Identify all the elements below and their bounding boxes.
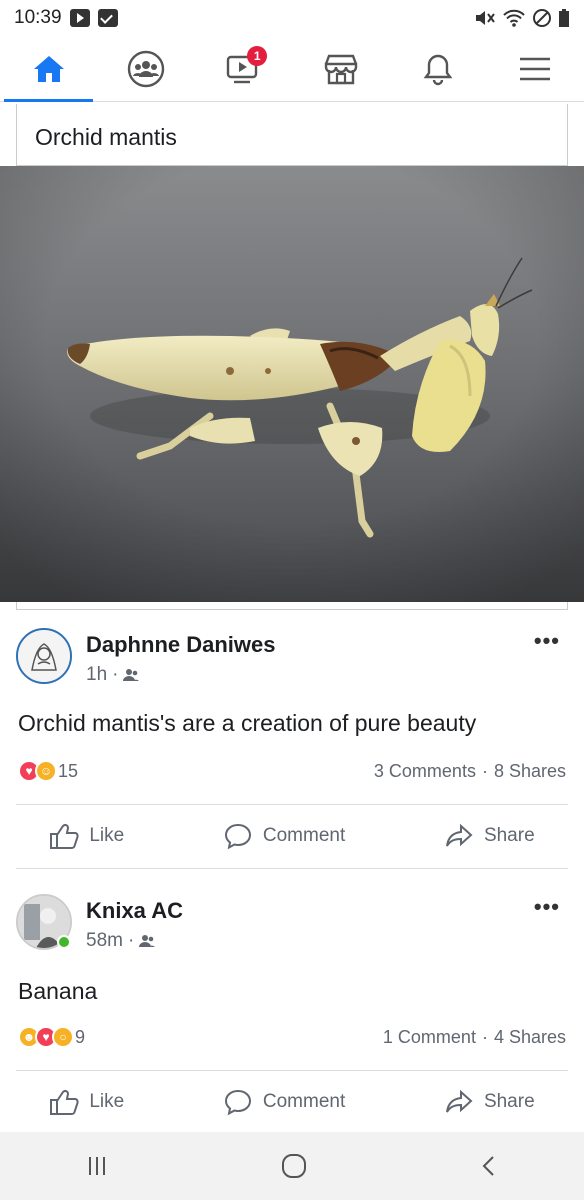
android-navigation-bar (0, 1132, 584, 1200)
avatar[interactable] (16, 628, 72, 684)
share-icon (445, 1089, 473, 1113)
watch-badge: 1 (247, 46, 268, 66)
nav-notifications[interactable] (389, 36, 486, 101)
divider (16, 804, 568, 805)
home-button-icon[interactable] (280, 1152, 308, 1180)
care-reaction-icon: ☺ (35, 760, 57, 782)
post-text: Orchid mantis's are a creation of pure b… (18, 710, 477, 736)
more-options-icon[interactable]: ••• (534, 894, 560, 920)
top-nav-bar: 1 (0, 36, 584, 102)
comment-button[interactable]: Comment (223, 822, 345, 850)
shared-post-frame (16, 602, 568, 610)
like-label: Like (89, 1091, 125, 1112)
share-label: Share (483, 825, 535, 846)
like-icon (50, 823, 79, 849)
nav-marketplace[interactable] (292, 36, 389, 101)
marketplace-icon (324, 54, 357, 84)
avatar-drawing-icon (18, 630, 70, 682)
author-name[interactable]: Knixa AC (86, 898, 183, 924)
mute-icon (476, 11, 495, 25)
groups-icon (127, 50, 165, 87)
comment-icon (224, 823, 251, 850)
post-text: Banana (18, 978, 98, 1004)
post-time[interactable]: 58m (86, 930, 123, 952)
shared-post-title[interactable]: Orchid mantis (16, 104, 568, 166)
post-1-header: Daphnne Daniwes 1h · (16, 628, 275, 686)
divider (16, 1070, 568, 1071)
post-time[interactable]: 1h (86, 664, 107, 686)
like-icon (50, 1089, 79, 1115)
more-options-icon[interactable]: ••• (534, 628, 560, 654)
share-button[interactable]: Share (444, 822, 535, 850)
post-meta: 58m · (86, 930, 183, 952)
battery-icon (559, 9, 569, 27)
bell-icon (423, 54, 453, 85)
nav-watch[interactable]: 1 (195, 36, 292, 101)
wifi-icon (503, 9, 525, 27)
reactions-summary[interactable]: ♥ ☺ 15 3 Comments · 8 Shares (18, 760, 566, 782)
reaction-count: 15 (58, 760, 79, 781)
orchid-mantis-photo (0, 166, 584, 602)
status-time: 10:39 (14, 7, 62, 28)
nav-groups[interactable] (97, 36, 194, 101)
nav-home[interactable] (0, 36, 97, 102)
share-label: Share (483, 1091, 535, 1112)
back-icon[interactable] (479, 1154, 499, 1178)
comment-icon (224, 1089, 251, 1116)
author-name[interactable]: Daphnne Daniwes (86, 632, 275, 658)
post-2-actions: Like Comment Share (0, 1088, 584, 1116)
checkbox-notification-icon (97, 9, 118, 27)
comment-label: Comment (262, 825, 346, 846)
shares-count[interactable]: 4 Shares (494, 1027, 566, 1048)
reactions-summary[interactable]: ☻ ♥ ○ 9 1 Comment · 4 Shares (18, 1026, 566, 1048)
youtube-notification-icon (69, 9, 90, 27)
recent-apps-icon[interactable] (85, 1155, 109, 1177)
nav-menu[interactable] (487, 36, 584, 101)
shares-count[interactable]: 8 Shares (494, 761, 566, 782)
share-button[interactable]: Share (444, 1088, 535, 1116)
post-2-header: Knixa AC 58m · (16, 894, 183, 952)
friends-icon (139, 935, 156, 947)
online-status-icon (57, 935, 71, 949)
post-photo[interactable] (0, 166, 584, 602)
comment-label: Comment (262, 1091, 346, 1112)
like-button[interactable]: Like (49, 822, 124, 850)
post-meta: 1h · (86, 664, 275, 686)
divider (16, 868, 568, 869)
do-not-disturb-icon (533, 9, 551, 27)
home-icon (33, 55, 64, 82)
comments-count[interactable]: 3 Comments (374, 761, 476, 782)
like-button[interactable]: Like (49, 1088, 124, 1116)
hamburger-menu-icon (520, 57, 551, 80)
reaction-count: 9 (75, 1026, 86, 1047)
comments-count[interactable]: 1 Comment (383, 1027, 476, 1048)
post-1-actions: Like Comment Share (0, 822, 584, 850)
comment-button[interactable]: Comment (223, 1088, 345, 1116)
friends-icon (123, 669, 140, 681)
wow-reaction-icon: ○ (52, 1026, 74, 1048)
share-icon (445, 823, 473, 847)
like-label: Like (89, 825, 125, 846)
status-bar: 10:39 (0, 0, 584, 36)
